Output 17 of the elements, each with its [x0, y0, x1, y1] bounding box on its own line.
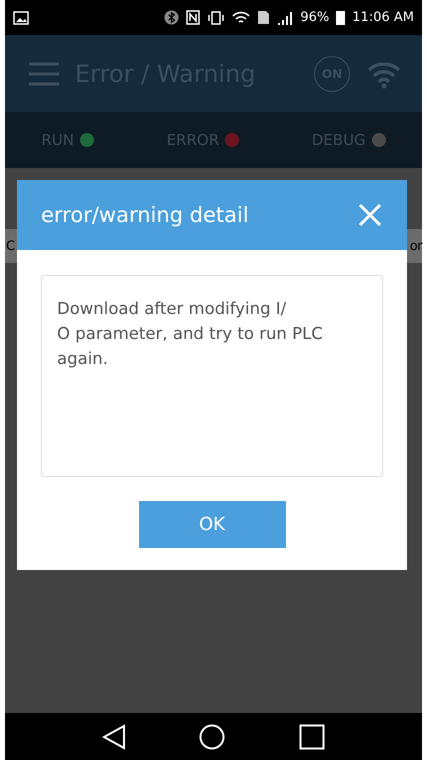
- dialog-title: error/warning detail: [41, 203, 249, 227]
- image-icon: [13, 10, 29, 24]
- ok-button[interactable]: OK: [138, 501, 286, 548]
- vibrate-icon: [207, 10, 226, 24]
- wifi-icon: [232, 10, 250, 24]
- message-box: Download after modifying I/ O parameter, and try to run PLC again.: [41, 275, 383, 477]
- recents-icon[interactable]: [299, 724, 326, 750]
- close-button[interactable]: [357, 202, 383, 228]
- battery-percent: 96%: [300, 10, 330, 25]
- bluetooth-icon: [164, 10, 180, 25]
- signal-icon: [277, 10, 294, 24]
- home-icon[interactable]: [199, 724, 226, 750]
- back-icon[interactable]: [102, 724, 126, 750]
- clock-time: 11:06 AM: [352, 10, 414, 25]
- row-text: or: [410, 238, 422, 254]
- nfc-icon: [186, 10, 200, 25]
- row-text: C: [6, 238, 16, 254]
